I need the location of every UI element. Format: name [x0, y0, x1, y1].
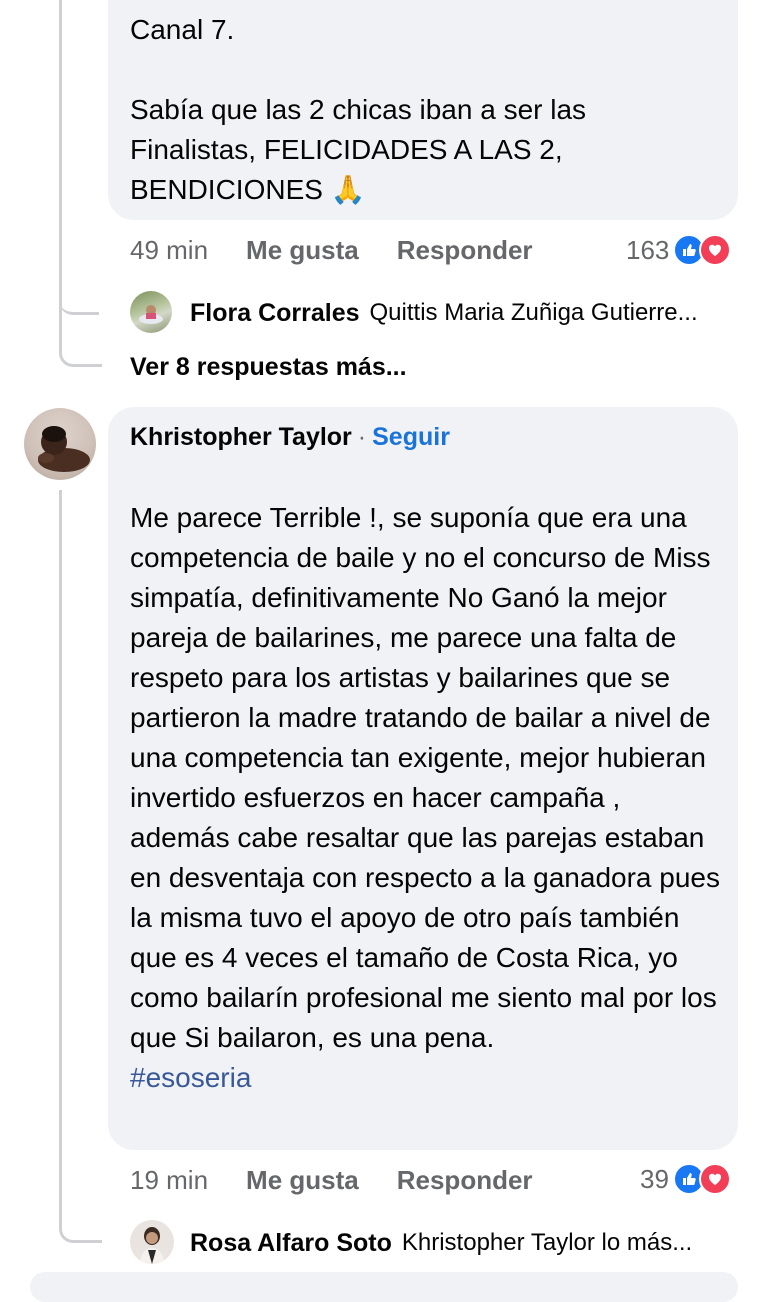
- comment-body: Me parece Terrible !, se suponía que era…: [130, 502, 720, 1053]
- reply-preview[interactable]: Flora Corrales Quittis Maria Zuñiga Guti…: [190, 296, 740, 330]
- avatar-image: [139, 305, 163, 324]
- reaction-count: 163: [626, 234, 670, 265]
- separator: ·: [357, 422, 367, 451]
- comment-text: Me parece Terrible !, se suponía que era…: [130, 458, 720, 1098]
- avatar-image: [38, 426, 90, 472]
- timestamp: 19 min: [130, 1164, 209, 1195]
- avatar[interactable]: [130, 1220, 174, 1264]
- reply-snippet: Quittis Maria Zuñiga Gutierre...: [369, 299, 698, 326]
- comment-header: Khristopher Taylor · Seguir: [130, 420, 450, 454]
- thread-line: [59, 0, 62, 300]
- like-button[interactable]: Me gusta: [246, 1165, 359, 1196]
- comment-actions: 49 min Me gusta Responder: [130, 232, 533, 268]
- hashtag-link[interactable]: #esoseria: [130, 1062, 251, 1093]
- comment-author[interactable]: Khristopher Taylor: [130, 423, 352, 452]
- reaction-count: 39: [640, 1163, 669, 1194]
- comment-text: Canal 7. Sabía que las 2 chicas iban a s…: [130, 14, 587, 205]
- view-more-replies[interactable]: Ver 8 respuestas más...: [130, 350, 407, 384]
- comment-actions: 19 min Me gusta Responder: [130, 1162, 533, 1198]
- follow-button[interactable]: Seguir: [372, 423, 450, 452]
- avatar[interactable]: [130, 291, 172, 333]
- reply-author[interactable]: Rosa Alfaro Soto: [190, 1229, 392, 1258]
- avatar-image: [140, 1227, 164, 1264]
- reaction-summary[interactable]: 163: [626, 232, 732, 268]
- more-replies-connector: [59, 300, 102, 367]
- avatar[interactable]: [24, 408, 96, 480]
- next-comment-bubble: [30, 1272, 738, 1302]
- like-button[interactable]: Me gusta: [246, 235, 359, 266]
- view-more-replies-label[interactable]: Ver 8 respuestas más...: [130, 353, 407, 382]
- thread-line: [59, 490, 62, 1190]
- timestamp: 49 min: [130, 234, 209, 265]
- reply-snippet: Khristopher Taylor lo más...: [401, 1229, 693, 1256]
- reply-preview[interactable]: Rosa Alfaro Soto Khristopher Taylor lo m…: [190, 1226, 740, 1260]
- reply-author[interactable]: Flora Corrales: [190, 299, 360, 328]
- reply-button[interactable]: Responder: [397, 1165, 533, 1196]
- reply-connector: [59, 1180, 102, 1243]
- reply-button[interactable]: Responder: [397, 235, 533, 266]
- love-reaction-icon: [698, 1163, 731, 1195]
- reaction-summary[interactable]: 39: [640, 1161, 731, 1197]
- love-reaction-icon: [699, 234, 732, 266]
